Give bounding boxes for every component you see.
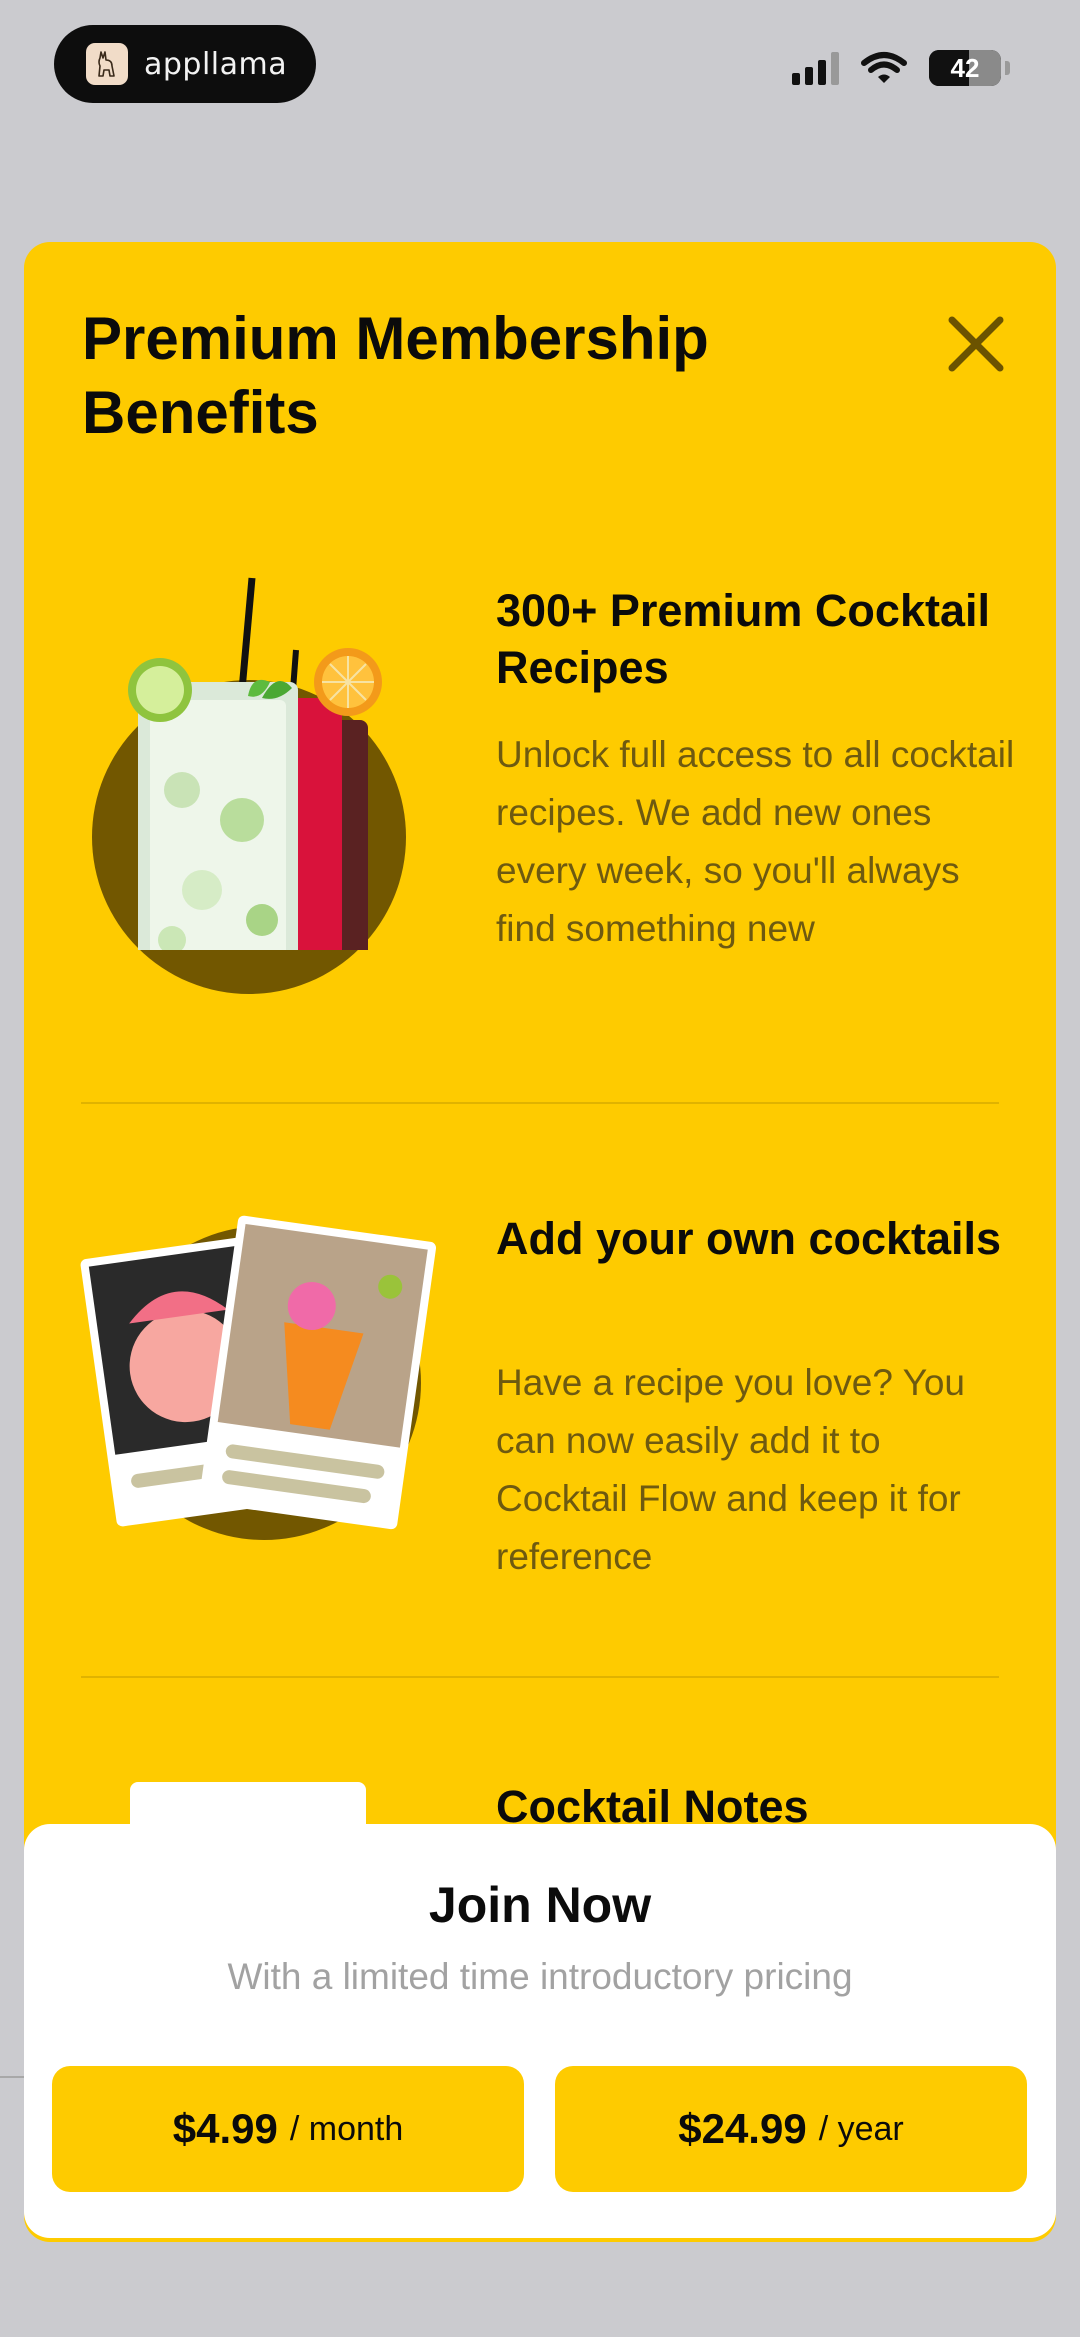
cellular-signal-icon [792, 51, 839, 85]
status-bar: appllama 42 [0, 0, 1080, 140]
benefit-recipes: 300+ Premium Cocktail Recipes Unlock ful… [24, 577, 1056, 1022]
benefit-description: Unlock full access to all cocktail recip… [496, 734, 1015, 949]
yearly-plan-button[interactable]: $24.99 / year [555, 2066, 1027, 2192]
price-amount: $4.99 [172, 2105, 278, 2152]
battery-icon: 42 [929, 50, 1001, 86]
app-badge[interactable]: appllama [54, 25, 316, 103]
join-subtitle: With a limited time introductory pricing [227, 1956, 853, 1997]
price-period: / month [289, 2109, 404, 2148]
price-period: / year [818, 2109, 904, 2148]
join-title: Join Now [428, 1877, 652, 1933]
benefit-title: 300+ Premium Cocktail Recipes [496, 585, 990, 693]
llama-logo-icon [86, 43, 128, 85]
divider [81, 1676, 999, 1678]
join-now-card: Join Now With a limited time introductor… [24, 1824, 1056, 2238]
monthly-plan-button[interactable]: $4.99 / month [52, 2066, 524, 2192]
price-amount: $24.99 [678, 2105, 807, 2152]
recipe-cards-image [80, 1215, 437, 1540]
benefit-add-cocktails: Add your own cocktails Have a recipe you… [24, 1210, 1056, 1660]
battery-level: 42 [950, 52, 980, 83]
status-icons: 42 [792, 50, 1010, 86]
close-icon[interactable] [944, 312, 1008, 376]
background-divider [0, 2076, 24, 2078]
app-name: appllama [144, 46, 288, 82]
benefit-description: Have a recipe you love? You can now easi… [496, 1362, 966, 1577]
battery-nub [1005, 61, 1010, 75]
sheet-title: Premium Membership Benefits [82, 305, 709, 446]
benefit-title: Add your own cocktails [496, 1213, 1002, 1264]
divider [81, 1102, 999, 1104]
wifi-icon [861, 52, 907, 83]
cocktails-image [92, 577, 406, 994]
